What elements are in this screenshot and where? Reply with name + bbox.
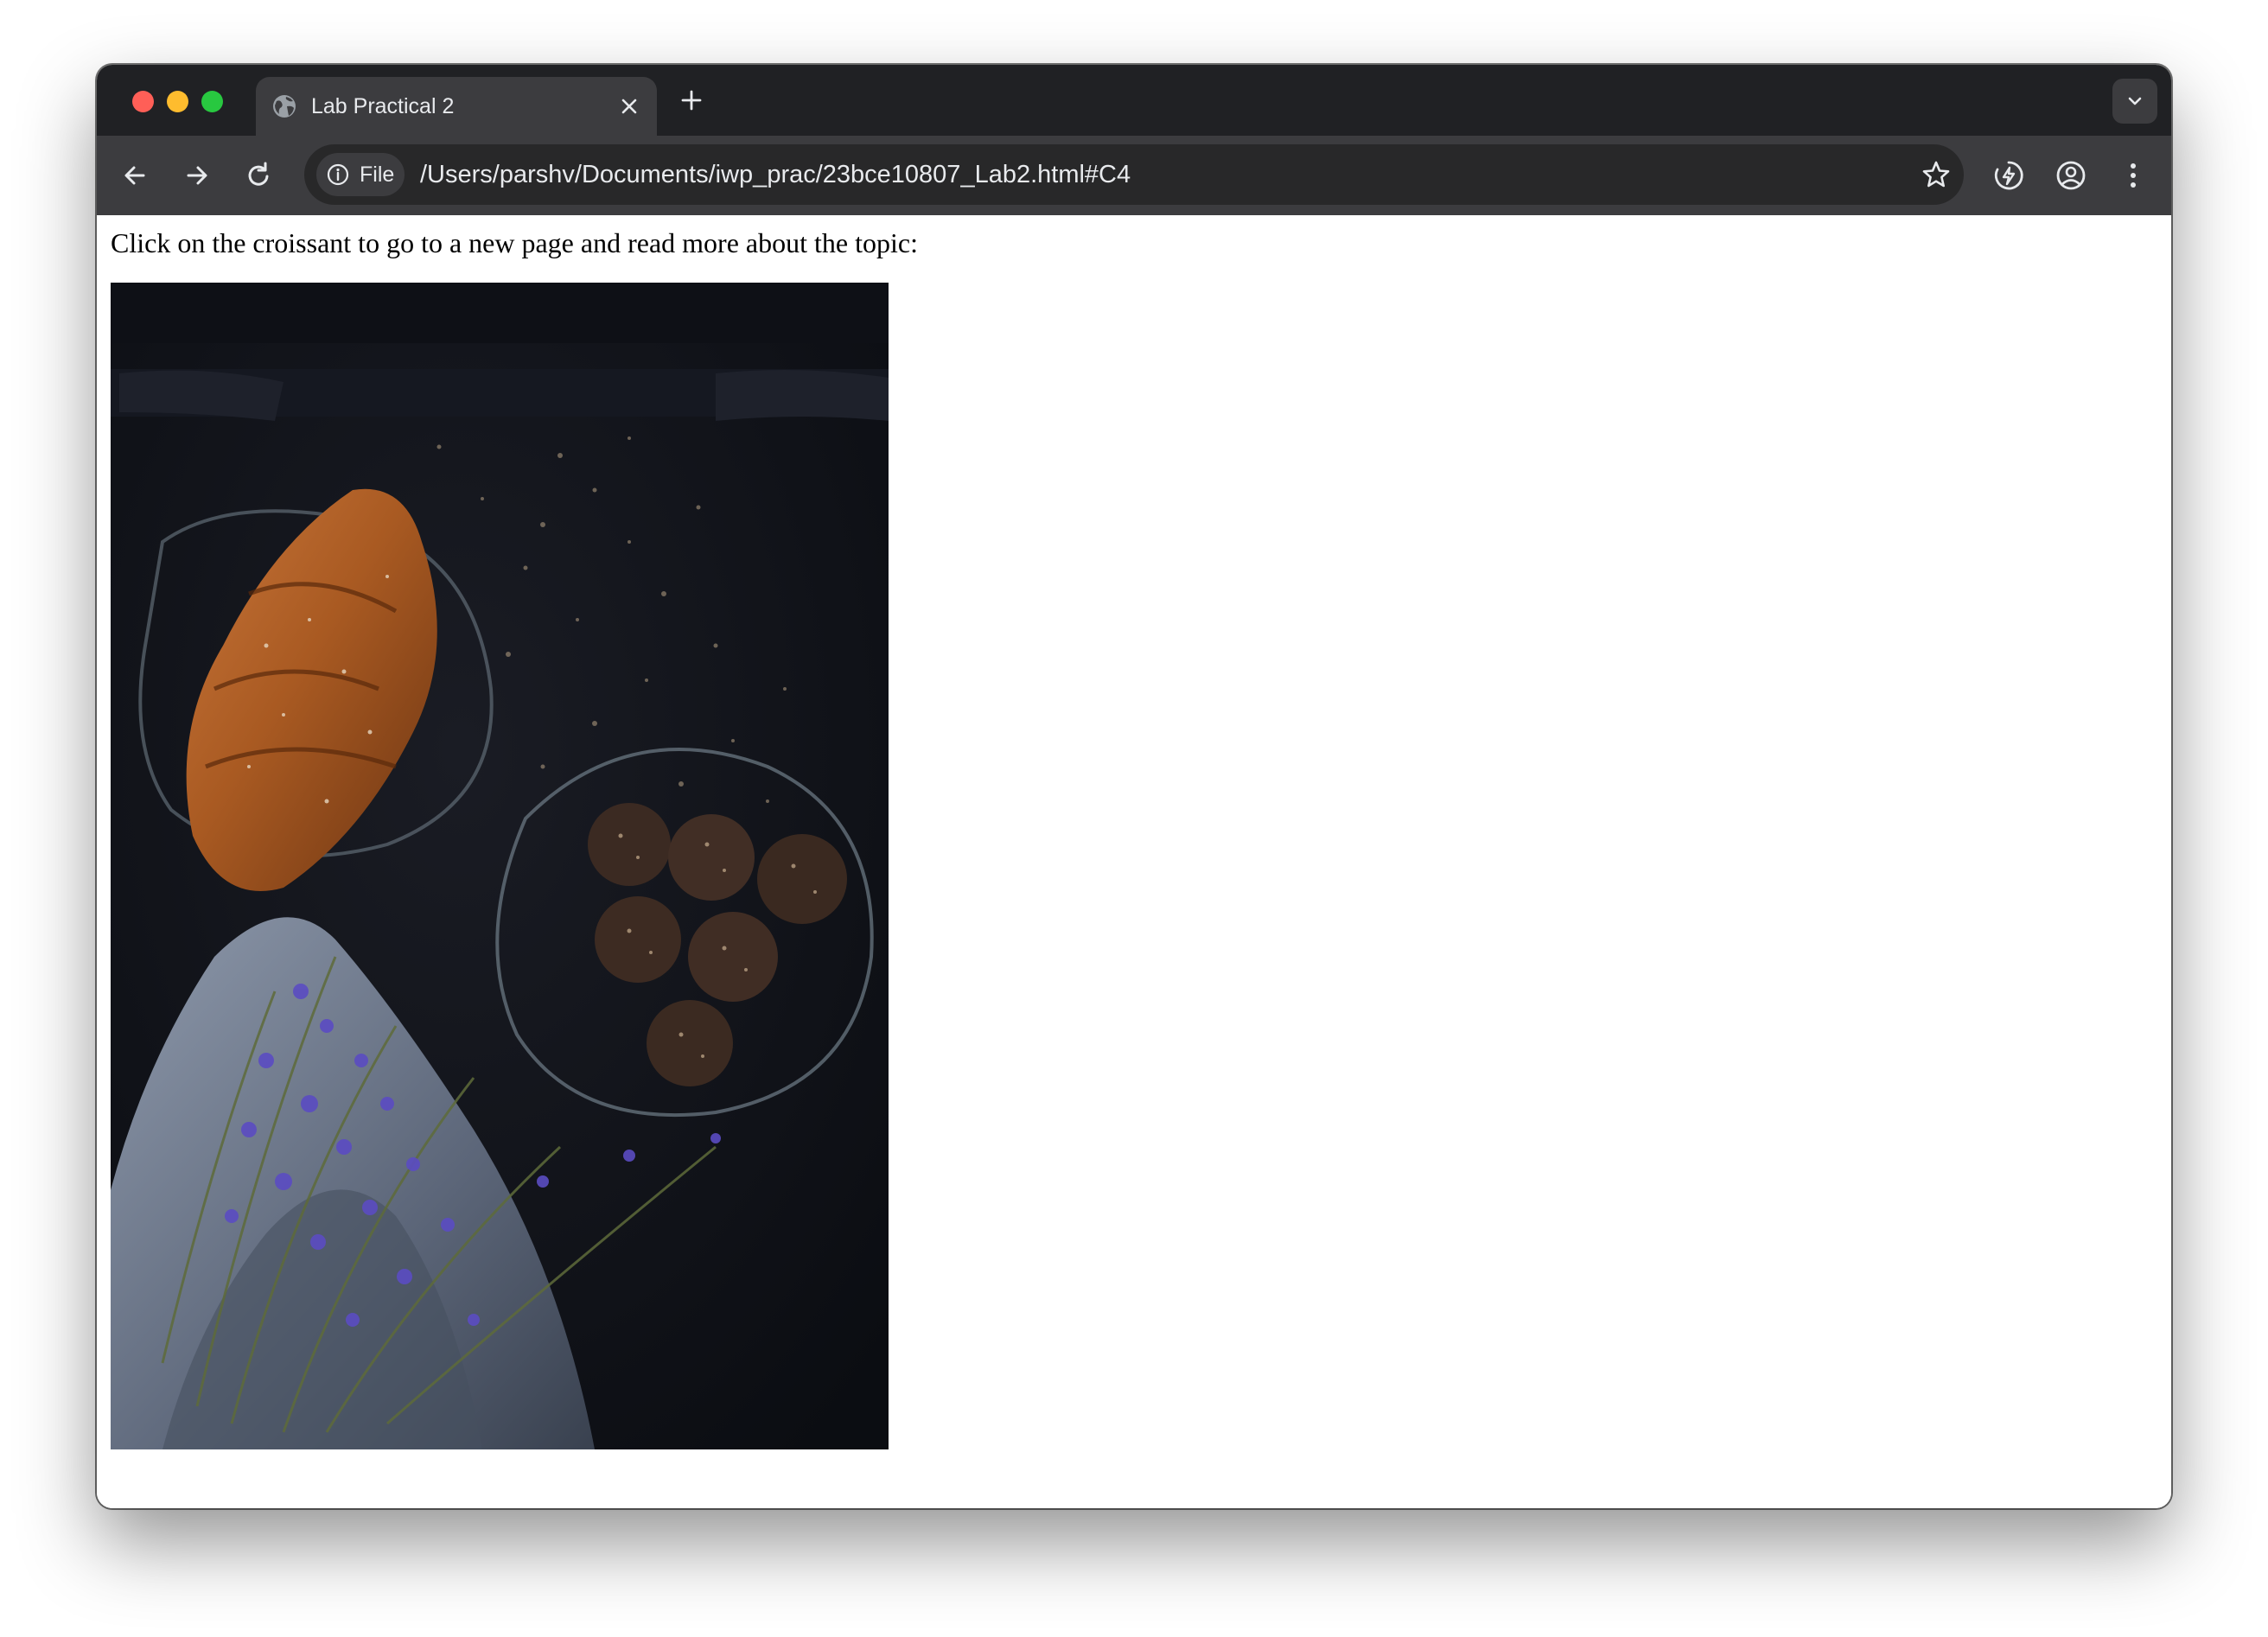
- croissant-photo: [111, 283, 889, 1449]
- forward-arrow-icon[interactable]: [180, 158, 214, 193]
- page-content: Click on the croissant to go to a new pa…: [97, 215, 2171, 1508]
- chevron-down-icon: [2128, 97, 2142, 105]
- toolbar: File /Users/parshv/Documents/iwp_prac/23…: [97, 136, 2171, 215]
- bookmark-star-icon[interactable]: [1921, 159, 1952, 190]
- browser-window: Lab Practical 2 File /Users/parshv/Docum…: [97, 65, 2171, 1508]
- croissant-image-link[interactable]: [111, 283, 889, 1449]
- close-icon[interactable]: [619, 96, 640, 117]
- new-tab-icon[interactable]: [678, 86, 705, 114]
- tab-search-button[interactable]: [2112, 79, 2157, 124]
- tab-lab-practical-2[interactable]: Lab Practical 2: [256, 77, 657, 136]
- intro-text: Click on the croissant to go to a new pa…: [111, 227, 918, 258]
- reload-icon[interactable]: [242, 158, 277, 193]
- maximize-window-button[interactable]: [201, 91, 223, 112]
- performance-icon[interactable]: [1991, 158, 2026, 193]
- close-window-button[interactable]: [132, 91, 154, 112]
- site-info-chip[interactable]: File: [316, 153, 405, 196]
- back-arrow-icon[interactable]: [118, 158, 152, 193]
- site-info-label: File: [360, 162, 395, 187]
- address-bar[interactable]: File /Users/parshv/Documents/iwp_prac/23…: [304, 144, 1964, 205]
- tab-title: Lab Practical 2: [311, 94, 455, 118]
- tab-strip: Lab Practical 2: [97, 65, 2171, 136]
- profile-avatar-icon[interactable]: [2054, 158, 2088, 193]
- url-text[interactable]: /Users/parshv/Documents/iwp_prac/23bce10…: [420, 144, 1131, 205]
- globe-icon: [273, 95, 296, 118]
- info-icon: [327, 163, 349, 186]
- minimize-window-button[interactable]: [167, 91, 188, 112]
- menu-kebab-icon[interactable]: [2116, 158, 2150, 193]
